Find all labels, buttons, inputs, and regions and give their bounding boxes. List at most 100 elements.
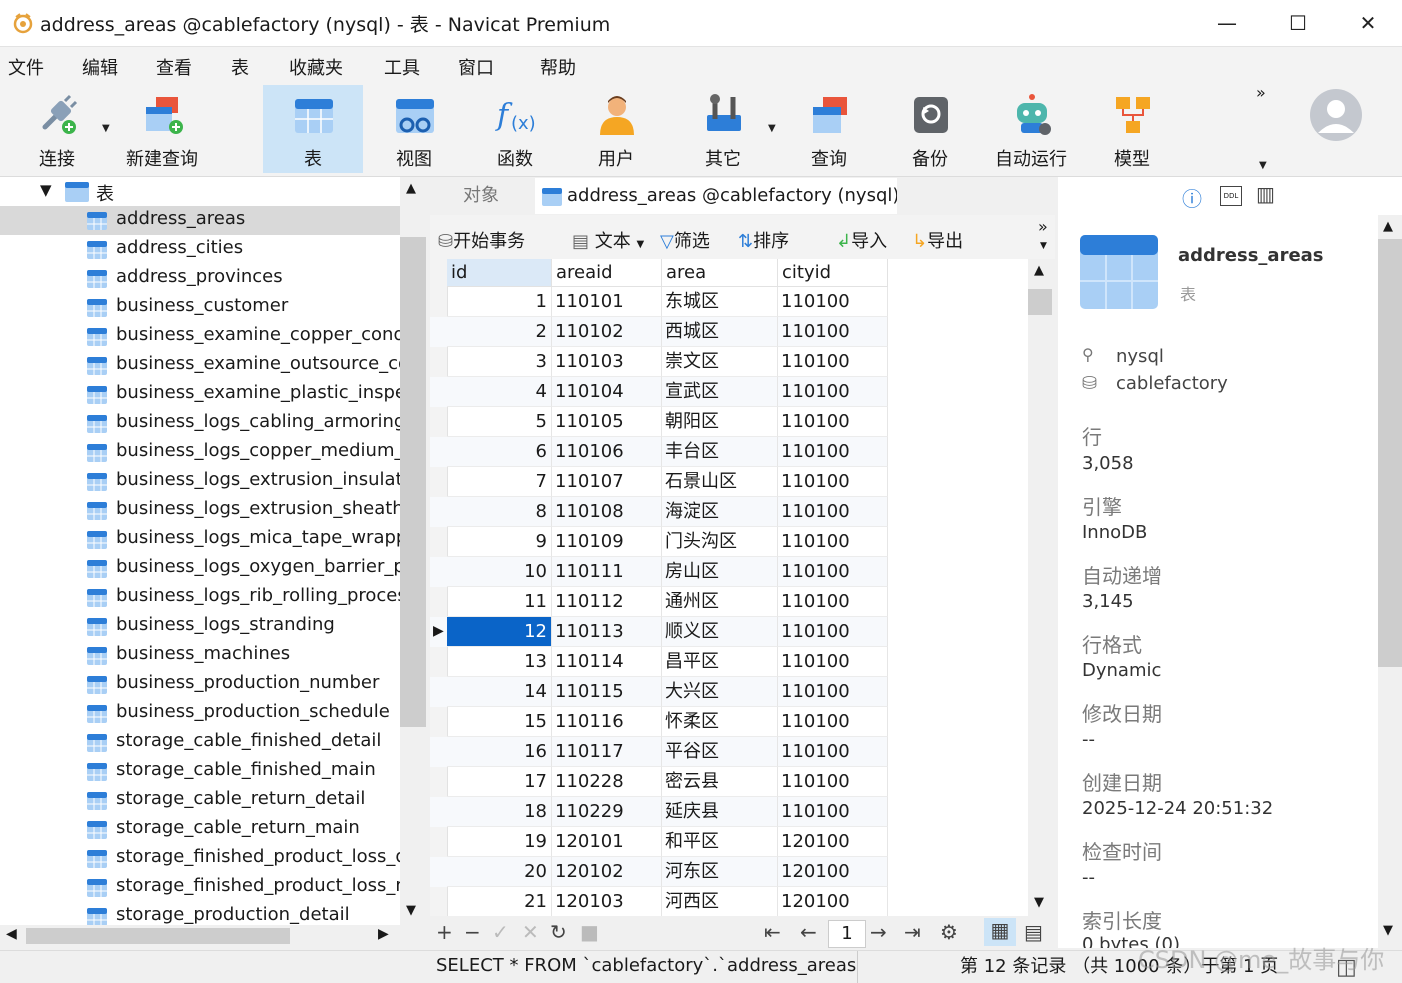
cell-cityid[interactable]: 110100 (778, 347, 888, 377)
tree-item-table[interactable]: address_cities (0, 235, 400, 264)
tree-item-table[interactable]: address_areas (0, 206, 400, 235)
tree-item-table[interactable]: storage_cable_return_main (0, 815, 400, 844)
menu-favorites[interactable]: 收藏夹 (289, 54, 343, 80)
tree-item-table[interactable]: business_logs_mica_tape_wrappi (0, 525, 400, 554)
cell-cityid[interactable]: 110100 (778, 557, 888, 587)
cell-id[interactable]: 12 (447, 617, 552, 647)
cell-area[interactable]: 河东区 (662, 857, 778, 887)
info-icon[interactable]: ⓘ (1182, 183, 1202, 212)
cell-cityid[interactable]: 110100 (778, 617, 888, 647)
scroll-down-icon[interactable]: ▼ (1383, 923, 1393, 938)
cell-id[interactable]: 9 (447, 527, 552, 557)
table-row[interactable]: 9 110109 门头沟区 110100 (430, 527, 888, 557)
tree-item-table[interactable]: business_examine_copper_condu (0, 322, 400, 351)
tree-item-table[interactable]: address_provinces (0, 264, 400, 293)
begin-transaction-button[interactable]: ⛁开始事务 (438, 227, 525, 253)
table-row[interactable]: ▶ 12 110113 顺义区 110100 (430, 617, 888, 647)
scroll-left-icon[interactable]: ◀ (6, 926, 17, 942)
scroll-right-icon[interactable]: ▶ (378, 926, 389, 942)
tree-item-table[interactable]: business_logs_rib_rolling_process (0, 583, 400, 612)
last-page-icon[interactable]: ⇥ (904, 920, 921, 944)
toolbar-user-button[interactable]: 用户 (566, 85, 666, 173)
connect-dropdown-icon[interactable]: ▼ (102, 123, 110, 134)
cell-area[interactable]: 延庆县 (662, 797, 778, 827)
cell-area[interactable]: 朝阳区 (662, 407, 778, 437)
collapse-chevron-icon[interactable]: ▼ (40, 181, 52, 199)
cell-id[interactable]: 5 (447, 407, 552, 437)
minimize-button[interactable]: — (1212, 8, 1242, 38)
cell-areaid[interactable]: 110101 (552, 287, 662, 317)
cell-id[interactable]: 3 (447, 347, 552, 377)
menu-tools[interactable]: 工具 (384, 54, 420, 80)
cell-id[interactable]: 21 (447, 887, 552, 916)
add-record-icon[interactable]: + (436, 920, 453, 944)
table-row[interactable]: 5 110105 朝阳区 110100 (430, 407, 888, 437)
tree-item-table[interactable]: business_logs_oxygen_barrier_pr (0, 554, 400, 583)
grid-view-icon[interactable]: ▦ (984, 918, 1016, 946)
cell-id[interactable]: 13 (447, 647, 552, 677)
toolbar-connect-button[interactable]: 连接 (7, 85, 107, 173)
column-header-area[interactable]: area (662, 259, 778, 287)
cell-cityid[interactable]: 110100 (778, 527, 888, 557)
previous-page-icon[interactable]: ← (800, 920, 817, 944)
cell-id[interactable]: 4 (447, 377, 552, 407)
cell-areaid[interactable]: 110104 (552, 377, 662, 407)
cell-areaid[interactable]: 110229 (552, 797, 662, 827)
column-header-id[interactable]: id (447, 259, 552, 287)
tree-scroll-thumb[interactable] (400, 237, 426, 727)
table-row[interactable]: 6 110106 丰台区 110100 (430, 437, 888, 467)
cell-area[interactable]: 河西区 (662, 887, 778, 916)
refresh-icon[interactable]: ↻ (550, 920, 567, 944)
cell-area[interactable]: 昌平区 (662, 647, 778, 677)
table-row[interactable]: 1 110101 东城区 110100 (430, 287, 888, 317)
toolbar-query-button[interactable]: 查询 (779, 85, 879, 173)
scroll-down-icon[interactable]: ▼ (406, 903, 416, 918)
cell-id[interactable]: 8 (447, 497, 552, 527)
cell-cityid[interactable]: 110100 (778, 377, 888, 407)
toolbar-more-button[interactable]: » (1256, 83, 1266, 102)
column-header-cityid[interactable]: cityid (778, 259, 888, 287)
tree-item-table[interactable]: business_logs_extrusion_sheath (0, 496, 400, 525)
toolbar-table-button[interactable]: 表 (263, 85, 363, 173)
table-row[interactable]: 14 110115 大兴区 110100 (430, 677, 888, 707)
table-row[interactable]: 10 110111 房山区 110100 (430, 557, 888, 587)
toolbar-other-button[interactable]: 其它 (673, 85, 773, 173)
tab-address-areas[interactable]: address_areas @cablefactory (nysql)... (535, 178, 897, 214)
tree-item-table[interactable]: business_logs_stranding (0, 612, 400, 641)
cell-area[interactable]: 西城区 (662, 317, 778, 347)
filter-button[interactable]: ▽筛选 (660, 227, 710, 253)
cell-id[interactable]: 1 (447, 287, 552, 317)
tree-item-table[interactable]: business_examine_plastic_inspect (0, 380, 400, 409)
scroll-up-icon[interactable]: ▲ (1034, 263, 1044, 278)
cell-cityid[interactable]: 110100 (778, 707, 888, 737)
delete-record-icon[interactable]: − (464, 920, 481, 944)
close-button[interactable]: ✕ (1353, 8, 1383, 38)
cell-cityid[interactable]: 110100 (778, 797, 888, 827)
toolbar-new-query-button[interactable]: 新建查询 (112, 85, 212, 173)
cell-id[interactable]: 16 (447, 737, 552, 767)
other-dropdown-icon[interactable]: ▼ (768, 123, 776, 134)
cell-areaid[interactable]: 110114 (552, 647, 662, 677)
discard-changes-icon[interactable]: ✕ (522, 920, 539, 944)
cell-areaid[interactable]: 110112 (552, 587, 662, 617)
cell-area[interactable]: 海淀区 (662, 497, 778, 527)
avatar[interactable] (1310, 89, 1362, 141)
tab-objects[interactable]: 对象 (463, 178, 499, 214)
cell-cityid[interactable]: 110100 (778, 767, 888, 797)
cell-area[interactable]: 东城区 (662, 287, 778, 317)
menu-table[interactable]: 表 (231, 54, 249, 80)
cell-cityid[interactable]: 110100 (778, 497, 888, 527)
menu-view[interactable]: 查看 (156, 54, 192, 80)
cell-area[interactable]: 丰台区 (662, 437, 778, 467)
cell-cityid[interactable]: 110100 (778, 287, 888, 317)
cell-areaid[interactable]: 120102 (552, 857, 662, 887)
table-row[interactable]: 4 110104 宣武区 110100 (430, 377, 888, 407)
cell-id[interactable]: 17 (447, 767, 552, 797)
column-header-areaid[interactable]: areaid (552, 259, 662, 287)
tree-item-table[interactable]: business_logs_copper_medium_d (0, 438, 400, 467)
chevron-down-icon[interactable]: ▼ (1040, 241, 1047, 251)
cell-cityid[interactable]: 120100 (778, 827, 888, 857)
scroll-down-icon[interactable]: ▼ (1034, 895, 1044, 910)
export-button[interactable]: ↳导出 (912, 227, 963, 253)
cell-id[interactable]: 18 (447, 797, 552, 827)
